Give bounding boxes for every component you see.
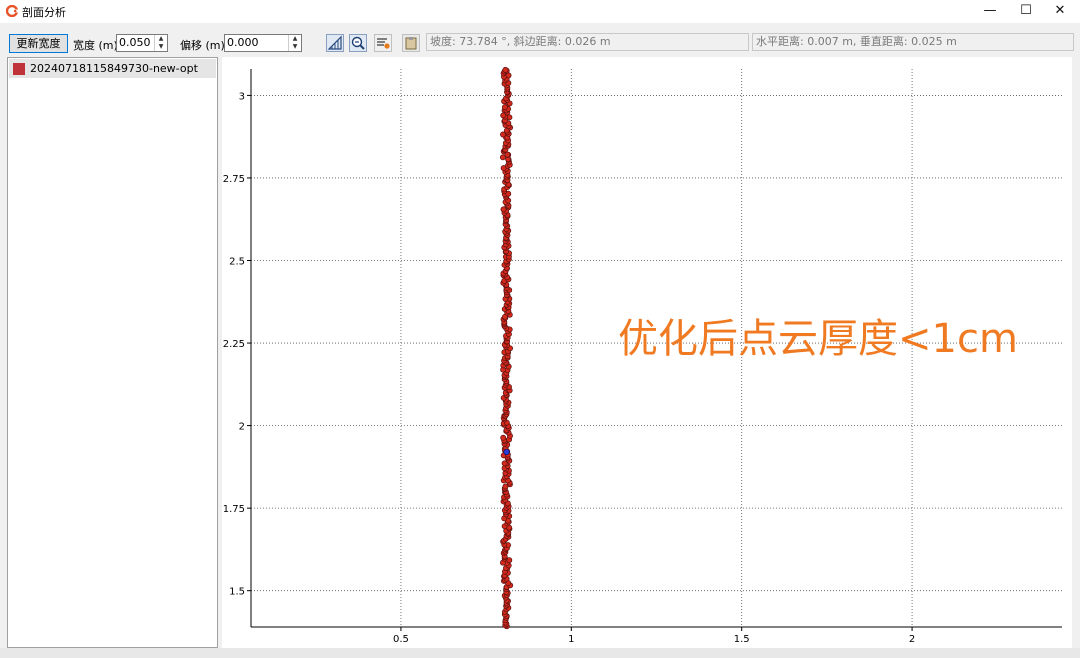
y-tick-label: 1.5 — [229, 587, 245, 598]
offset-spinbox[interactable]: 0.000 ▲ ▼ — [224, 34, 302, 52]
width-spin-arrows[interactable]: ▲ ▼ — [154, 35, 167, 51]
app-logo-icon — [6, 5, 18, 17]
layer-name: 20240718115849730-new-opt — [30, 62, 198, 75]
clipboard-button[interactable] — [402, 34, 420, 52]
selected-point — [503, 448, 510, 456]
layer-list[interactable]: 20240718115849730-new-opt — [7, 57, 218, 648]
x-tick-label: 1 — [568, 634, 574, 645]
layer-color-swatch — [13, 63, 25, 75]
layer-item[interactable]: 20240718115849730-new-opt — [9, 59, 216, 78]
width-value: 0.050 — [119, 36, 151, 49]
zoom-icon — [351, 36, 365, 50]
data-point — [502, 66, 509, 73]
close-button[interactable]: ✕ — [1043, 0, 1077, 23]
y-tick-label: 2.25 — [223, 339, 245, 350]
y-tick-label: 1.75 — [223, 504, 245, 515]
update-width-button[interactable]: 更新宽度 — [9, 34, 68, 53]
slope-measure-button[interactable] — [326, 34, 344, 52]
settings-list-button[interactable] — [374, 34, 392, 52]
data-point — [500, 434, 507, 441]
x-tick-label: 0.5 — [393, 634, 409, 645]
y-tick-label: 2.75 — [223, 174, 245, 185]
window-title: 剖面分析 — [22, 6, 66, 19]
data-point — [501, 460, 508, 467]
offset-spin-arrows[interactable]: ▲ ▼ — [288, 35, 301, 51]
y-tick-label: 2 — [239, 422, 245, 433]
bottom-strip — [0, 648, 1080, 658]
zoom-button[interactable] — [349, 34, 367, 52]
settings-list-icon — [377, 38, 390, 49]
x-tick-label: 2 — [909, 634, 915, 645]
clipboard-icon — [405, 37, 417, 50]
distance-info-field: 水平距离: 0.007 m, 垂直距离: 0.025 m — [752, 33, 1074, 51]
y-tick-label: 3 — [239, 91, 245, 102]
width-label: 宽度 (m) — [73, 39, 118, 52]
x-tick-label: 1.5 — [734, 634, 750, 645]
slope-info-field: 坡度: 73.784 °, 斜边距离: 0.026 m — [426, 33, 749, 51]
overlay-annotation: 优化后点云厚度<1cm — [618, 316, 1018, 362]
slope-measure-icon — [327, 35, 342, 50]
y-tick-label: 2.5 — [229, 257, 245, 268]
offset-label: 偏移 (m) — [180, 39, 225, 52]
offset-value: 0.000 — [227, 36, 259, 49]
title-bar: 剖面分析 — ☐ ✕ — [0, 0, 1080, 23]
width-spinbox[interactable]: 0.050 ▲ ▼ — [116, 34, 168, 52]
minimize-button[interactable]: — — [973, 0, 1007, 23]
maximize-button[interactable]: ☐ — [1009, 0, 1043, 23]
